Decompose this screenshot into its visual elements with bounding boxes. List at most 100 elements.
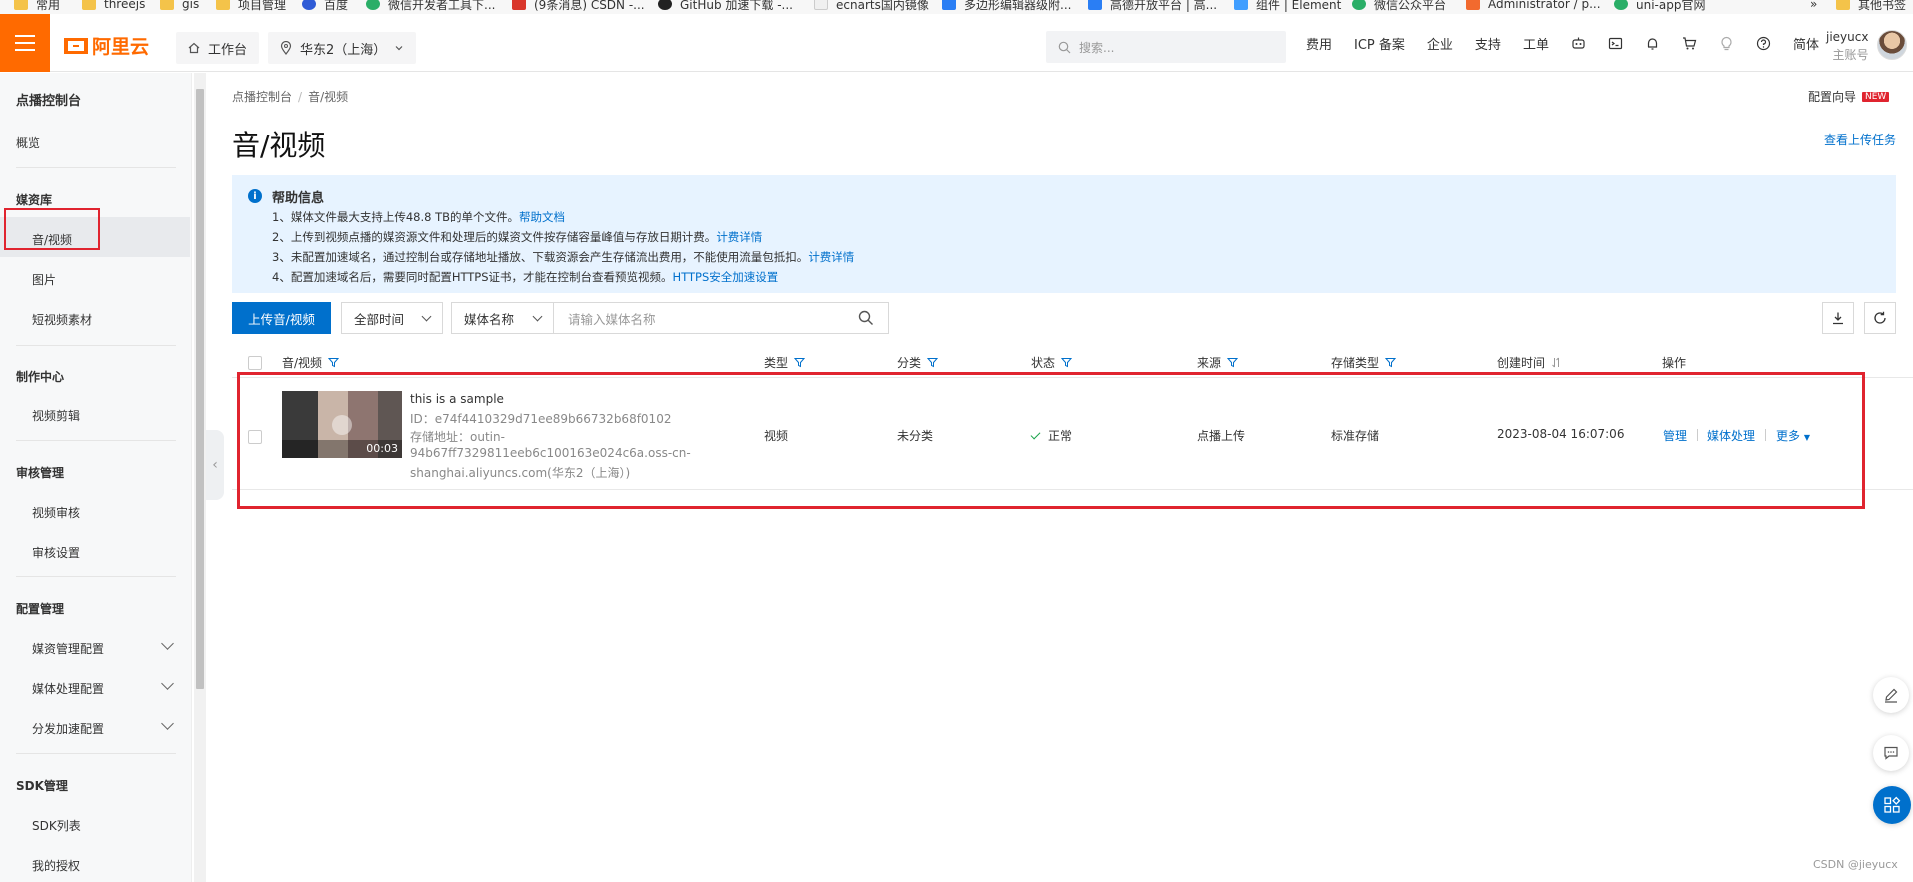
language-switch[interactable]: 简体 — [1793, 34, 1819, 53]
bookmark-item[interactable]: ecnarts国内镜像 — [814, 0, 929, 12]
bookmark-item[interactable]: 高德开放平台 | 高... — [1088, 0, 1217, 12]
filter-icon[interactable] — [927, 357, 939, 368]
top-navbar: 阿里云 工作台 华东2（上海） 搜索... 费用 ICP 备案 企业 支持 工单… — [0, 14, 1913, 72]
sidebar-item-overview[interactable]: 概览 — [16, 134, 40, 151]
sidebar-item-cdn-config[interactable]: 分发加速配置 — [32, 720, 104, 737]
baidu-icon — [302, 0, 316, 10]
column-media: 音/视频 — [282, 354, 340, 371]
user-account[interactable]: jieyucx 主账号 — [1826, 28, 1868, 64]
bookmark-item[interactable]: (9条消息) CSDN -... — [512, 0, 645, 12]
upload-media-button[interactable]: 上传音/视频 — [232, 302, 331, 334]
filter-icon[interactable] — [1227, 357, 1239, 368]
nav-icp[interactable]: ICP 备案 — [1354, 34, 1405, 53]
sidebar-item-processing-config[interactable]: 媒体处理配置 — [32, 680, 104, 697]
lightbulb-icon[interactable] — [1719, 36, 1734, 51]
info-icon: i — [248, 189, 262, 203]
help-line: 2、上传到视频点播的媒资源文件和处理后的媒资文件按存储容量峰值与存放日期计费。计… — [272, 230, 763, 244]
time-filter-select[interactable]: 全部时间 — [341, 302, 443, 334]
sidebar-item-video-editing[interactable]: 视频剪辑 — [32, 407, 80, 424]
sort-icon[interactable] — [1551, 357, 1562, 368]
sidebar-collapse-button[interactable]: ‹ — [206, 430, 224, 500]
sidebar-item-sdk-list[interactable]: SDK列表 — [32, 817, 81, 834]
column-category: 分类 — [897, 354, 939, 371]
bookmark-item[interactable]: 微信公众平台 — [1352, 0, 1446, 12]
chevron-down-icon[interactable] — [161, 677, 174, 690]
sidebar-scrollbar[interactable] — [194, 73, 206, 882]
uniapp-icon — [1614, 0, 1628, 10]
billing-detail-link[interactable]: 计费详情 — [808, 250, 854, 264]
filter-icon[interactable] — [1385, 357, 1397, 368]
chat-button[interactable] — [1873, 735, 1909, 771]
sidebar-item-my-auth[interactable]: 我的授权 — [32, 857, 80, 874]
bell-icon[interactable] — [1645, 36, 1660, 51]
nav-billing[interactable]: 费用 — [1306, 34, 1332, 53]
scrollbar-thumb[interactable] — [196, 89, 204, 689]
new-badge: NEW — [1862, 91, 1890, 102]
billing-detail-link[interactable]: 计费详情 — [716, 230, 762, 244]
bookmark-item[interactable]: 百度 — [302, 0, 348, 12]
breadcrumb-link[interactable]: 点播控制台 — [232, 90, 292, 104]
column-type: 类型 — [764, 354, 806, 371]
global-search-input[interactable]: 搜索... — [1046, 31, 1286, 63]
help-icon[interactable] — [1756, 36, 1771, 51]
menu-icon[interactable] — [0, 14, 50, 72]
view-upload-tasks-link[interactable]: 查看上传任务 — [1824, 131, 1896, 148]
refresh-button[interactable] — [1864, 302, 1896, 334]
bookmark-item[interactable]: 多边形编辑器级附... — [942, 0, 1071, 12]
search-field-select[interactable]: 媒体名称 — [451, 302, 554, 334]
feedback-button[interactable] — [1873, 677, 1909, 713]
sidebar-item-images[interactable]: 图片 — [32, 271, 56, 288]
search-icon — [1058, 41, 1071, 53]
gitlab-icon — [1466, 0, 1480, 10]
workbench-button[interactable]: 工作台 — [176, 32, 260, 64]
bookmark-item[interactable]: 组件 | Element — [1234, 0, 1341, 12]
sidebar-item-review-settings[interactable]: 审核设置 — [32, 544, 80, 561]
bookmark-item[interactable]: Administrator / p... — [1466, 0, 1601, 12]
bookmark-item[interactable]: 常用 — [14, 0, 60, 12]
map-pin-icon — [942, 0, 956, 10]
bookmarks-overflow-button[interactable]: » — [1810, 0, 1817, 12]
username: jieyucx — [1826, 30, 1869, 44]
sidebar-item-video-review[interactable]: 视频审核 — [32, 504, 80, 521]
watermark: CSDN @jieyucx — [1813, 858, 1898, 871]
map-pin-icon — [1088, 0, 1102, 10]
select-all-checkbox[interactable] — [248, 356, 262, 370]
chevron-down-icon[interactable] — [161, 717, 174, 730]
folder-icon — [216, 0, 230, 10]
https-setting-link[interactable]: HTTPS安全加速设置 — [673, 270, 779, 284]
sidebar-item-short-video[interactable]: 短视频素材 — [32, 311, 92, 328]
bookmark-item[interactable]: uni-app官网 — [1614, 0, 1705, 12]
sidebar-group-sdk: SDK管理 — [16, 779, 68, 793]
column-source: 来源 — [1197, 354, 1239, 371]
bookmark-item[interactable]: 其他书签 — [1836, 0, 1906, 12]
bookmark-item[interactable]: 微信开发者工具下... — [366, 0, 495, 12]
nav-ticket[interactable]: 工单 — [1523, 34, 1549, 53]
robot-icon[interactable] — [1571, 36, 1586, 51]
filter-icon[interactable] — [328, 357, 340, 368]
region-selector[interactable]: 华东2（上海） — [268, 32, 417, 64]
column-storage-type: 存储类型 — [1331, 354, 1397, 371]
terminal-icon[interactable] — [1608, 36, 1623, 51]
config-guide-link[interactable]: 配置向导 NEW — [1808, 88, 1890, 105]
nav-enterprise[interactable]: 企业 — [1427, 34, 1453, 53]
chevron-down-icon[interactable] — [161, 637, 174, 650]
download-button[interactable] — [1822, 302, 1854, 334]
bookmark-item[interactable]: GitHub 加速下载 -... — [658, 0, 793, 12]
media-search-input[interactable]: 请输入媒体名称 — [553, 302, 889, 334]
divider — [16, 753, 176, 754]
nav-support[interactable]: 支持 — [1475, 34, 1501, 53]
apps-button[interactable] — [1873, 786, 1911, 824]
cart-icon[interactable] — [1682, 36, 1697, 51]
filter-icon[interactable] — [1061, 357, 1073, 368]
location-icon — [280, 41, 292, 55]
filter-icon[interactable] — [794, 357, 806, 368]
globe-icon — [814, 0, 828, 10]
sidebar-item-media-config[interactable]: 媒资管理配置 — [32, 640, 104, 657]
avatar[interactable] — [1877, 30, 1907, 60]
bookmark-item[interactable]: threejs — [82, 0, 145, 12]
aliyun-logo[interactable]: 阿里云 — [64, 32, 149, 59]
help-doc-link[interactable]: 帮助文档 — [519, 210, 565, 224]
bookmark-item[interactable]: 项目管理 — [216, 0, 286, 12]
bookmark-item[interactable]: gis — [160, 0, 199, 12]
search-icon[interactable] — [858, 310, 874, 326]
